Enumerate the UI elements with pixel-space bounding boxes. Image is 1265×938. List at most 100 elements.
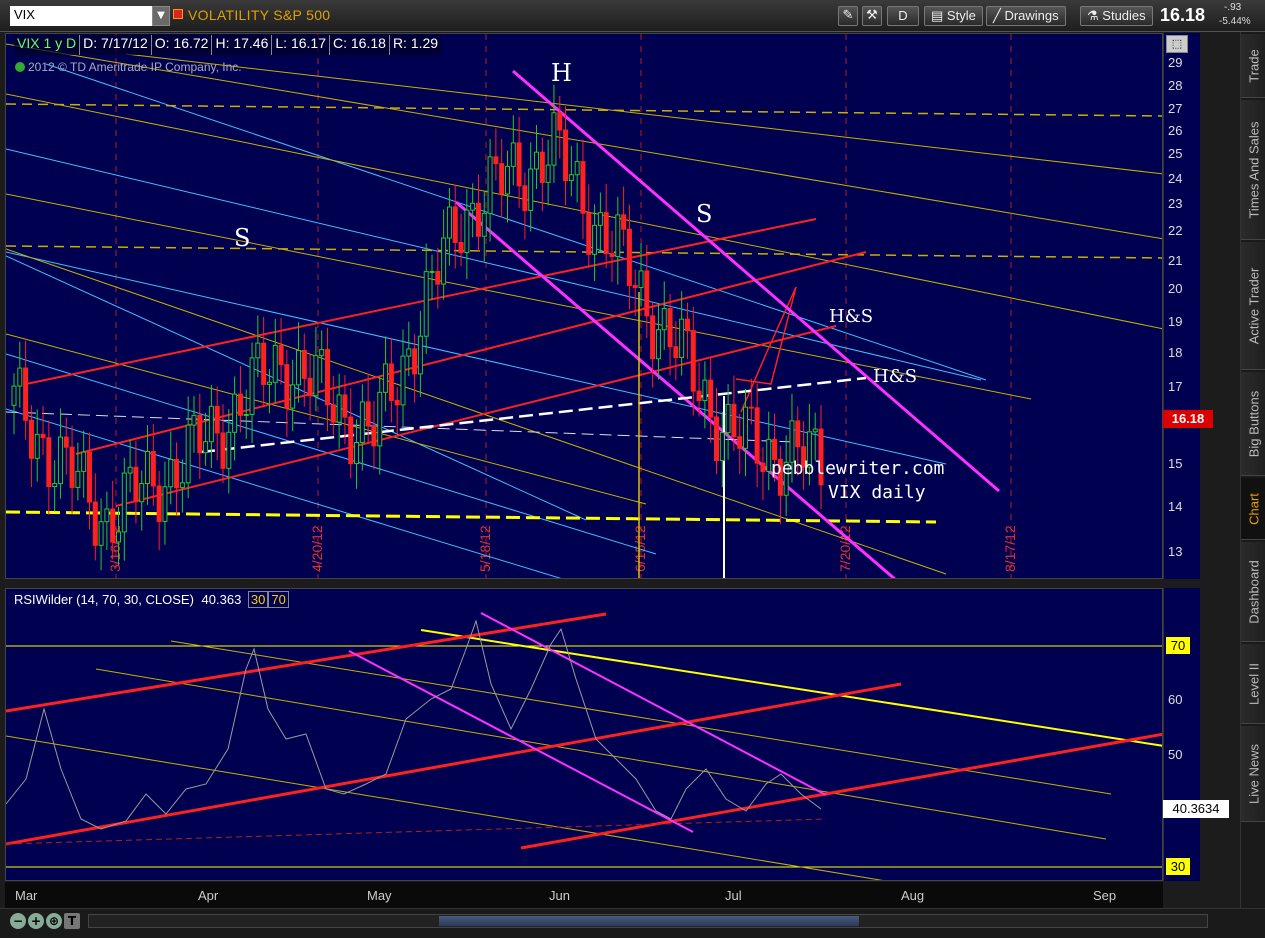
scrollbar-thumb[interactable]: [439, 916, 859, 926]
zoom-fit-icon[interactable]: ⊕: [46, 913, 62, 929]
time-axis: Mar Apr May Jun Jul Aug Sep: [5, 882, 1163, 908]
legend-close: C: 16.18: [330, 35, 390, 55]
copyright-text: 2012 © TD Ameritrade IP Company, Inc.: [28, 60, 242, 74]
candle-body: [603, 212, 609, 255]
candle-body: [406, 348, 412, 357]
candle-body: [237, 393, 243, 416]
price-axis-tick: 20: [1168, 281, 1183, 296]
tab-chart-label: Chart: [1246, 492, 1261, 525]
candle-body: [731, 403, 737, 438]
style-label: Style: [946, 8, 976, 23]
candle-body: [220, 432, 226, 469]
price-axis-tick: 24: [1168, 171, 1183, 186]
wrench-icon[interactable]: ⚒: [862, 6, 882, 26]
candle-body: [330, 404, 336, 423]
candle-body: [528, 168, 534, 212]
zoom-in-icon[interactable]: +: [28, 913, 44, 929]
candle-body: [412, 348, 418, 375]
price-axis-tick: 26: [1168, 123, 1183, 138]
studies-button[interactable]: ⚗ Studies: [1080, 6, 1153, 26]
candle-body: [272, 344, 278, 383]
price-axis-tick: 25: [1168, 146, 1183, 161]
candle-body: [284, 364, 290, 409]
candle-body: [11, 385, 17, 406]
x-label-aug: Aug: [901, 888, 925, 903]
candle-body: [232, 393, 238, 433]
candle-body: [342, 394, 348, 418]
candle-body: [394, 399, 400, 406]
tab-active-trader[interactable]: Active Trader: [1241, 242, 1265, 370]
tab-level-ii-label: Level II: [1246, 662, 1261, 705]
candle-body: [644, 270, 650, 317]
rsi-line: [6, 619, 822, 830]
cursor-mode-icon[interactable]: ⬚: [1166, 35, 1188, 53]
tab-chart[interactable]: Chart: [1241, 478, 1265, 540]
drawings-label: Drawings: [1004, 8, 1059, 23]
tab-live-news[interactable]: Live News: [1241, 726, 1265, 822]
candle-body: [772, 438, 778, 460]
drawings-button[interactable]: ╱ Drawings: [986, 6, 1066, 26]
style-button[interactable]: ▤ Style: [924, 6, 983, 26]
symbol-input[interactable]: VIX: [10, 6, 158, 26]
cyan-trendline: [6, 255, 587, 521]
candle-body: [615, 214, 621, 258]
tab-level-ii[interactable]: Level II: [1241, 644, 1265, 724]
candle-body: [795, 420, 801, 448]
white-dashed-neckline: [6, 411, 797, 443]
candle-body: [290, 384, 296, 409]
candle-body: [551, 112, 557, 166]
tab-trade-label: Trade: [1246, 48, 1261, 83]
status-dot-icon: [15, 62, 25, 72]
net-change: -.93: [1224, 2, 1242, 13]
legend-open: O: 16.72: [152, 35, 213, 55]
candle-body: [812, 428, 818, 433]
price-axis-tick: 17: [1168, 379, 1183, 394]
candle-body: [632, 284, 638, 289]
price-chart-pane[interactable]: 3/16/124/20/125/18/126/15/127/20/128/17/…: [5, 33, 1163, 579]
rsi-30-tag: 30: [1166, 858, 1190, 875]
alert-flag-icon[interactable]: [173, 9, 183, 19]
text-tool-icon[interactable]: T: [64, 913, 80, 929]
candle-body: [475, 202, 481, 237]
price-axis-tick: 14: [1168, 499, 1183, 514]
annotation-s-left: S: [234, 224, 250, 252]
candle-body: [679, 318, 685, 358]
tab-dashboard[interactable]: Dashboard: [1241, 542, 1265, 642]
annotation-hs-lower: H&S: [873, 366, 917, 387]
candle-body: [464, 209, 470, 254]
candle-body: [383, 363, 389, 393]
top-toolbar: VIX ▼ VOLATILITY S&P 500 ✎ ⚒ D ▤ Style ╱…: [0, 0, 1265, 32]
symbol-dropdown-button[interactable]: ▼: [152, 6, 170, 26]
x-label-jul: Jul: [725, 888, 742, 903]
rsi-pane[interactable]: RSIWilder (14, 70, 30, CLOSE) 40.363 30 7…: [5, 588, 1163, 881]
bottom-toolbar: − + ⊕ T: [0, 908, 1265, 938]
price-axis-tick: 29: [1168, 55, 1183, 70]
candle-body: [214, 405, 220, 434]
candle-body: [487, 156, 493, 214]
candle-body: [539, 151, 545, 183]
candle-body: [319, 349, 325, 357]
candle-body: [46, 437, 52, 488]
candle-body: [377, 391, 383, 447]
zoom-out-icon[interactable]: −: [10, 913, 26, 929]
pencil-icon[interactable]: ✎: [838, 6, 858, 26]
tab-big-buttons[interactable]: Big Buttons: [1241, 372, 1265, 476]
candle-body: [388, 363, 394, 401]
time-scrollbar[interactable]: [88, 914, 1208, 928]
legend-high: H: 17.46: [212, 35, 273, 55]
candle-body: [162, 486, 168, 522]
candle-body: [789, 420, 795, 463]
price-legend: VIX 1 y D D: 7/17/12 O: 16.72 H: 17.46 L…: [14, 35, 442, 55]
tab-times-and-sales[interactable]: Times And Sales: [1241, 100, 1265, 240]
candle-body: [702, 379, 708, 402]
candle-body: [92, 501, 98, 546]
rsi-red-trendline: [6, 612, 607, 713]
date-marker-label: 8/17/12: [1002, 525, 1018, 572]
candle-body: [168, 459, 174, 488]
candle-body: [725, 403, 731, 434]
tab-trade[interactable]: Trade: [1241, 34, 1265, 98]
candle-body: [313, 355, 319, 397]
aggregation-button[interactable]: D: [887, 6, 919, 26]
annotation-hs-upper: H&S: [829, 306, 873, 327]
rsi-magenta-line: [480, 612, 827, 796]
